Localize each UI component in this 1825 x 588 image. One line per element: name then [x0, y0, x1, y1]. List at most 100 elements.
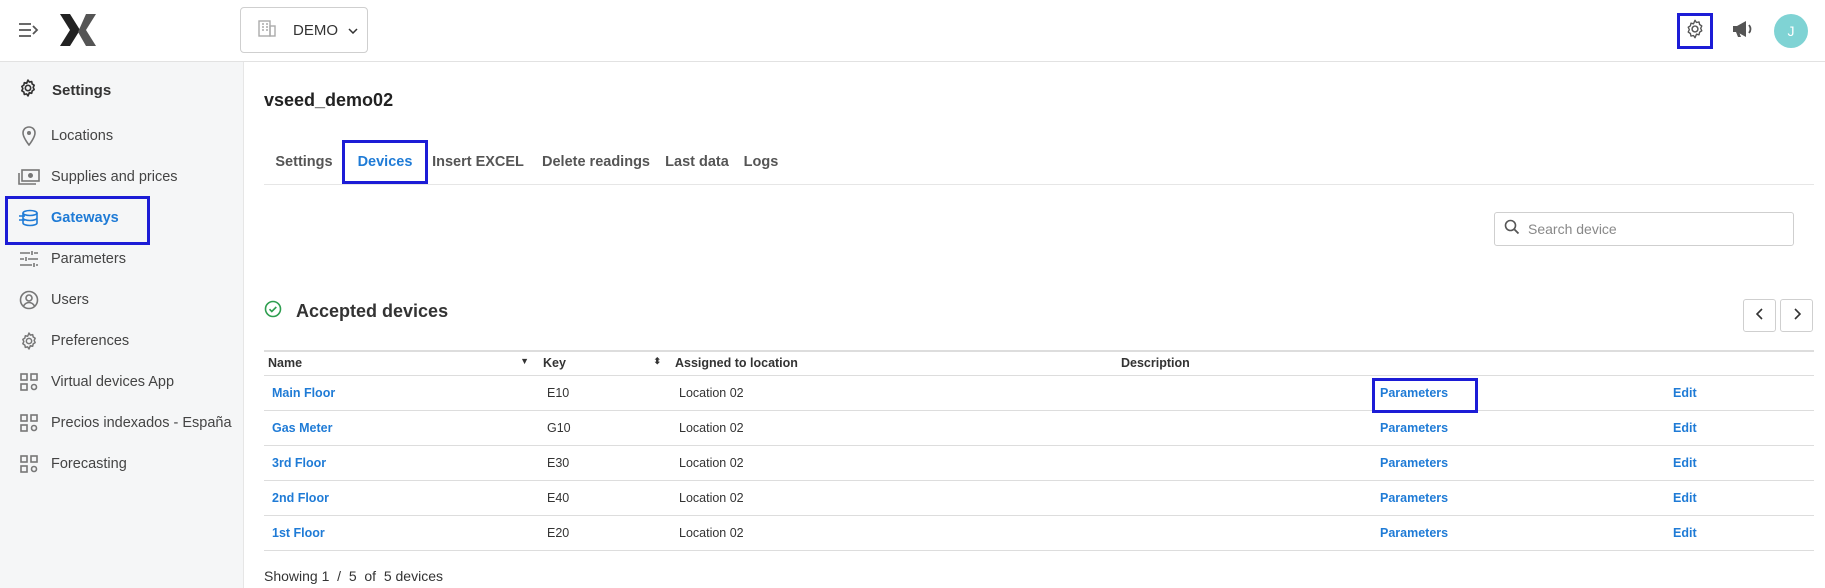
parameters-link[interactable]: Parameters [1372, 480, 1665, 516]
sidebar-item-users[interactable]: Users [0, 282, 244, 318]
gear-icon [18, 330, 40, 352]
sidebar-item-label: Preferences [51, 333, 130, 349]
device-description [1117, 445, 1372, 481]
apps-icon [18, 371, 40, 393]
device-key: E30 [539, 445, 671, 481]
table-row: Gas Meter G10 Location 02 Parameters Edi… [264, 410, 1814, 446]
megaphone-icon [1731, 19, 1755, 44]
chevron-left-icon [1755, 307, 1764, 325]
device-description [1117, 410, 1372, 446]
pagination-summary: Showing 1 / 5 of 5 devices [264, 568, 443, 584]
sliders-icon [18, 248, 40, 270]
sidebar-item-preferences[interactable]: Preferences [0, 323, 244, 359]
sidebar-item-locations[interactable]: Locations [0, 118, 244, 154]
device-name-link[interactable]: 3rd Floor [264, 445, 539, 481]
device-description [1117, 480, 1372, 516]
sidebar-item-gateways[interactable]: Gateways [0, 200, 244, 236]
logo[interactable] [58, 12, 98, 48]
tab-insert-excel[interactable]: Insert EXCEL [430, 140, 526, 184]
col-location: Assigned to location [671, 350, 1117, 376]
sidebar-header: Settings [18, 78, 111, 102]
edit-link[interactable]: Edit [1665, 375, 1814, 411]
company-name: DEMO [293, 21, 338, 39]
gear-icon [1684, 18, 1706, 45]
tab-delete-readings[interactable]: Delete readings [538, 140, 654, 184]
tab-last-data[interactable]: Last data [664, 140, 730, 184]
gear-icon [18, 78, 38, 102]
money-icon [18, 166, 40, 188]
tab-logs[interactable]: Logs [740, 140, 782, 184]
tab-bar: Settings Devices Insert EXCEL Delete rea… [264, 140, 1814, 185]
edit-link[interactable]: Edit [1665, 515, 1814, 551]
sidebar-item-virtual-devices[interactable]: Virtual devices App [0, 364, 244, 400]
next-page-button[interactable] [1780, 299, 1813, 332]
parameters-link[interactable]: Parameters [1372, 515, 1665, 551]
col-name[interactable]: Name ▼ [264, 350, 539, 376]
device-name-link[interactable]: Gas Meter [264, 410, 539, 446]
table-row: 3rd Floor E30 Location 02 Parameters Edi… [264, 445, 1814, 481]
gateway-icon [18, 207, 40, 229]
col-description: Description [1117, 350, 1372, 376]
col-key[interactable]: Key ⬍ [539, 350, 671, 376]
parameters-link[interactable]: Parameters [1372, 410, 1665, 446]
parameters-link[interactable]: Parameters [1372, 375, 1665, 411]
menu-toggle-icon[interactable] [14, 17, 44, 43]
parameters-link[interactable]: Parameters [1372, 445, 1665, 481]
device-key: G10 [539, 410, 671, 446]
device-description [1117, 515, 1372, 551]
devices-table: Name ▼ Key ⬍ Assigned to location Descript… [264, 350, 1814, 551]
announcements-button[interactable] [1725, 13, 1761, 49]
device-key: E40 [539, 480, 671, 516]
apps-icon [18, 412, 40, 434]
edit-link[interactable]: Edit [1665, 410, 1814, 446]
device-location: Location 02 [671, 480, 1117, 516]
building-icon [257, 18, 277, 43]
sidebar-item-label: Locations [51, 128, 114, 144]
table-row: 2nd Floor E40 Location 02 Parameters Edi… [264, 480, 1814, 516]
sidebar: Settings Locations Supplies and prices G… [0, 62, 244, 588]
sidebar-item-label: Forecasting [51, 456, 127, 472]
sidebar-item-label: Precios indexados - España [51, 415, 232, 431]
check-circle-icon [264, 300, 282, 323]
location-pin-icon [18, 125, 40, 147]
col-actions [1372, 350, 1665, 376]
device-name-link[interactable]: 1st Floor [264, 515, 539, 551]
device-key: E10 [539, 375, 671, 411]
sidebar-item-supplies[interactable]: Supplies and prices [0, 159, 244, 195]
tab-devices[interactable]: Devices [342, 140, 428, 184]
chevron-right-icon [1793, 307, 1801, 325]
device-name-link[interactable]: Main Floor [264, 375, 539, 411]
search-input[interactable] [1528, 221, 1778, 237]
sidebar-item-label: Users [51, 292, 89, 308]
device-location: Location 02 [671, 515, 1117, 551]
device-key: E20 [539, 515, 671, 551]
sidebar-item-parameters[interactable]: Parameters [0, 241, 244, 277]
settings-gear-button[interactable] [1677, 13, 1713, 49]
top-bar: DEMO J [0, 0, 1825, 62]
device-description [1117, 375, 1372, 411]
avatar[interactable]: J [1774, 14, 1808, 48]
sidebar-item-label: Gateways [51, 210, 119, 226]
search-box[interactable] [1494, 212, 1794, 246]
section-title-text: Accepted devices [296, 301, 449, 321]
sidebar-item-forecasting[interactable]: Forecasting [0, 446, 244, 482]
tab-settings[interactable]: Settings [264, 140, 344, 184]
table-row: Main Floor E10 Location 02 Parameters Ed… [264, 375, 1814, 411]
sidebar-title: Settings [52, 81, 112, 99]
edit-link[interactable]: Edit [1665, 480, 1814, 516]
col-edit [1665, 350, 1814, 376]
sidebar-item-precios[interactable]: Precios indexados - España [0, 405, 244, 441]
chevron-down-icon [348, 21, 358, 39]
user-icon [18, 289, 40, 311]
page-title: vseed_demo02 [264, 90, 394, 110]
search-icon [1504, 219, 1520, 240]
device-location: Location 02 [671, 445, 1117, 481]
edit-link[interactable]: Edit [1665, 445, 1814, 481]
device-name-link[interactable]: 2nd Floor [264, 480, 539, 516]
company-select[interactable]: DEMO [240, 7, 368, 53]
sort-icon: ⬍ [653, 356, 661, 367]
sidebar-item-label: Supplies and prices [51, 169, 178, 185]
prev-page-button[interactable] [1743, 299, 1776, 332]
sidebar-item-label: Virtual devices App [51, 374, 175, 390]
device-location: Location 02 [671, 375, 1117, 411]
